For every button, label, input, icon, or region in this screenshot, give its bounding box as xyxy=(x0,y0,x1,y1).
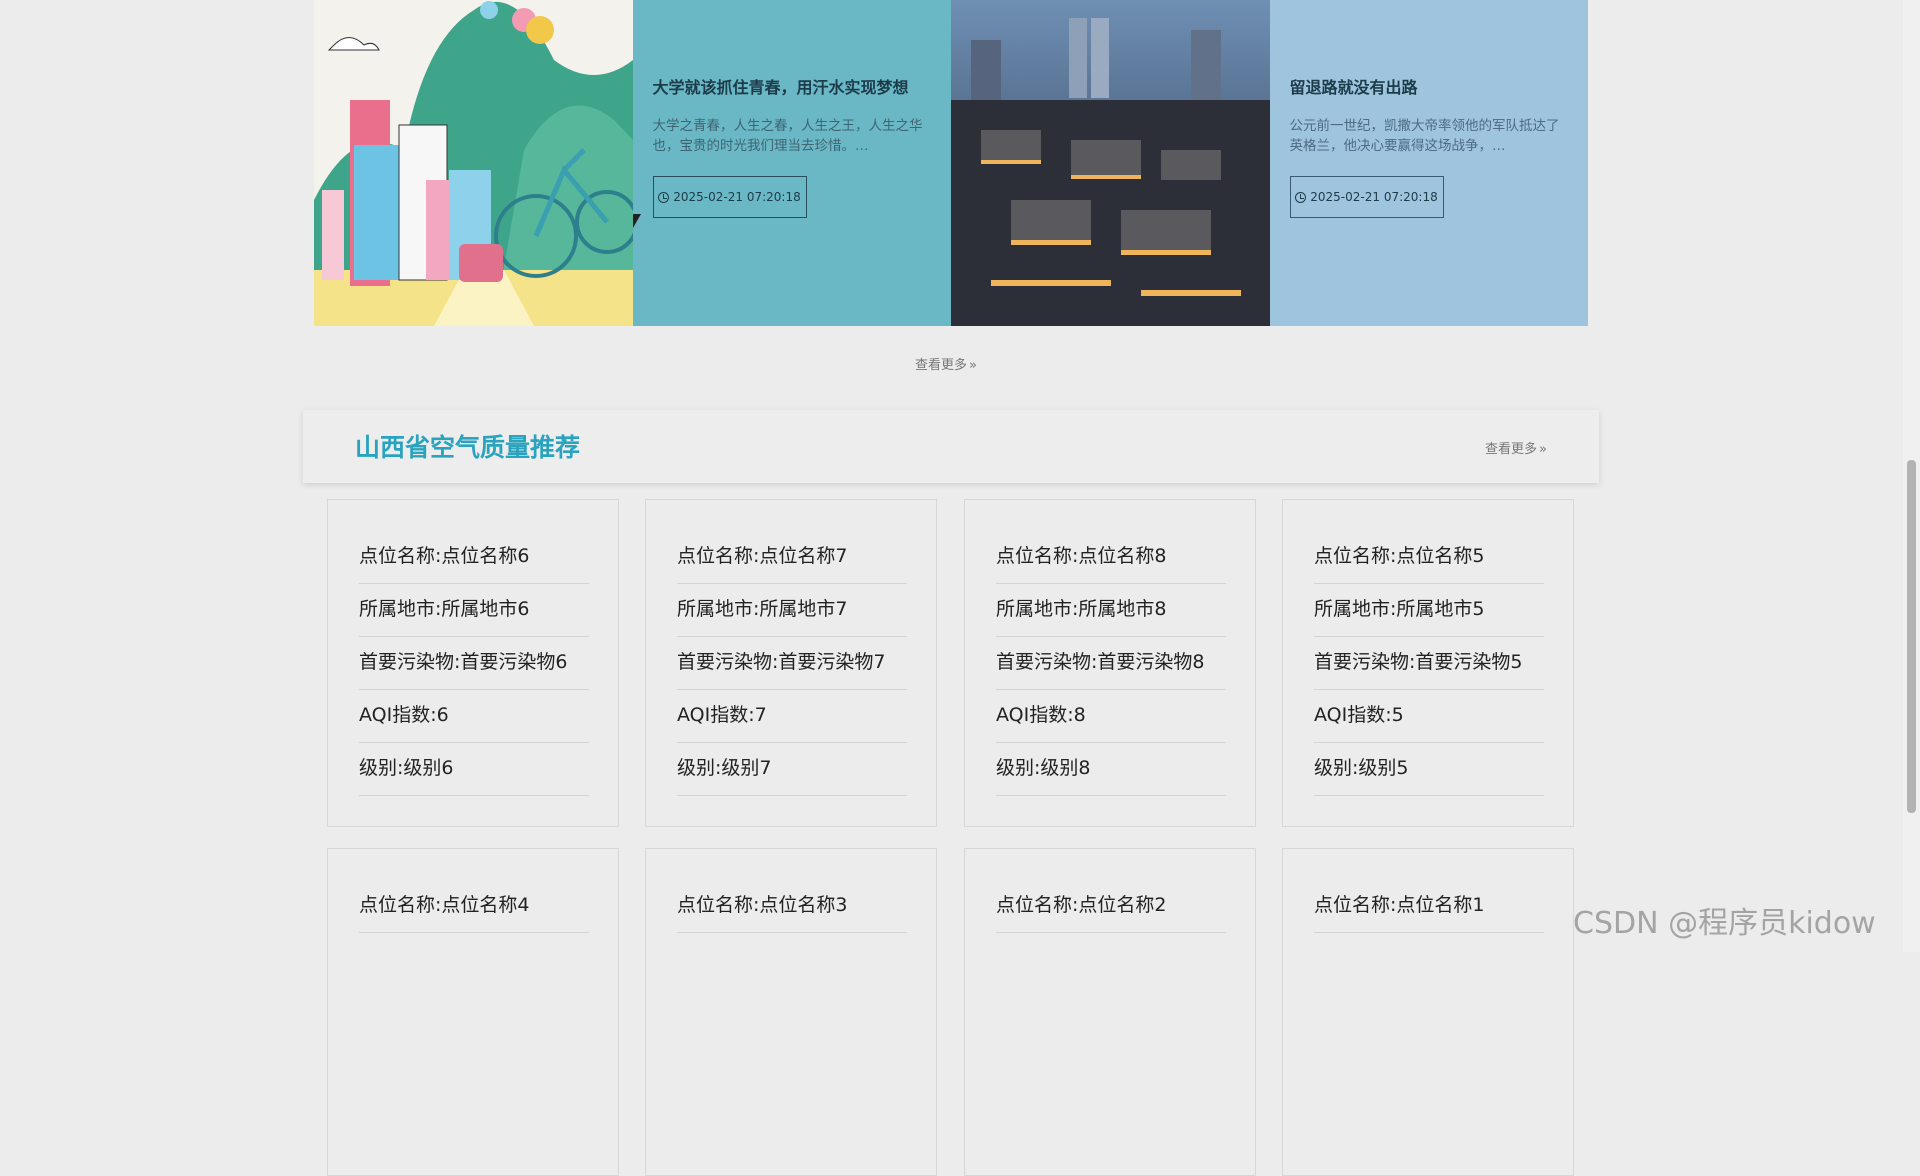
card-field-aqi: AQI指数:7 xyxy=(677,689,907,743)
air-quality-card[interactable]: 点位名称:点位名称2 xyxy=(964,848,1256,1176)
card-field-site: 点位名称:点位名称6 xyxy=(359,530,589,584)
card-field-level: 级别:级别8 xyxy=(996,742,1226,796)
news-date: 2025-02-21 07:20:18 xyxy=(673,190,801,204)
air-quality-card[interactable]: 点位名称:点位名称5 所属地市:所属地市5 首要污染物:首要污染物5 AQI指数… xyxy=(1282,499,1574,827)
vertical-scrollbar[interactable] xyxy=(1903,0,1920,952)
card-field-city: 所属地市:所属地市7 xyxy=(677,583,907,637)
card-field-site: 点位名称:点位名称1 xyxy=(1314,879,1544,933)
section-title: 山西省空气质量推荐 xyxy=(355,433,581,462)
air-quality-card[interactable]: 点位名称:点位名称7 所属地市:所属地市7 首要污染物:首要污染物7 AQI指数… xyxy=(645,499,937,827)
news-title[interactable]: 大学就该抓住青春，用汗水实现梦想 xyxy=(653,74,909,98)
card-field-site: 点位名称:点位名称4 xyxy=(359,879,589,933)
card-field-aqi: AQI指数:8 xyxy=(996,689,1226,743)
air-quality-card[interactable]: 点位名称:点位名称3 xyxy=(645,848,937,1176)
double-chevron-right-icon: » xyxy=(969,358,977,373)
card-field-aqi: AQI指数:6 xyxy=(359,689,589,743)
card-field-aqi: AQI指数:5 xyxy=(1314,689,1544,743)
news-date-badge: 2025-02-21 07:20:18 xyxy=(1289,176,1444,218)
air-quality-card[interactable]: 点位名称:点位名称6 所属地市:所属地市6 首要污染物:首要污染物6 AQI指数… xyxy=(327,499,619,827)
air-quality-card[interactable]: 点位名称:点位名称1 xyxy=(1282,848,1574,1176)
news-image-city[interactable] xyxy=(951,0,1270,326)
news-date: 2025-02-21 07:20:18 xyxy=(1310,190,1438,204)
card-field-site: 点位名称:点位名称7 xyxy=(677,530,907,584)
news-card-2[interactable]: 留退路就没有出路 公元前一世纪，凯撒大帝率领他的军队抵达了英格兰，他决心要赢得这… xyxy=(1269,0,1588,326)
clock-icon xyxy=(1295,191,1307,203)
more-label: 查看更多 xyxy=(1485,442,1538,457)
card-field-site: 点位名称:点位名称3 xyxy=(677,879,907,933)
card-field-site: 点位名称:点位名称8 xyxy=(996,530,1226,584)
scrollbar-thumb[interactable] xyxy=(1907,460,1916,813)
double-chevron-right-icon: » xyxy=(1539,442,1547,457)
card-field-site: 点位名称:点位名称5 xyxy=(1314,530,1544,584)
news-date-badge: 2025-02-21 07:20:18 xyxy=(652,176,807,218)
card-field-city: 所属地市:所属地市5 xyxy=(1314,583,1544,637)
card-field-city: 所属地市:所属地市8 xyxy=(996,583,1226,637)
card-field-pollutant: 首要污染物:首要污染物5 xyxy=(1314,636,1544,690)
card-field-city: 所属地市:所属地市6 xyxy=(359,583,589,637)
clock-icon xyxy=(658,191,670,203)
air-quality-card[interactable]: 点位名称:点位名称4 xyxy=(327,848,619,1176)
news-card-1[interactable]: 大学就该抓住青春，用汗水实现梦想 大学之青春，人生之春，人生之王，人生之华也，宝… xyxy=(632,0,951,326)
watermark: CSDN @程序员kidow xyxy=(1573,906,1876,941)
news-image-illustration[interactable] xyxy=(314,0,633,326)
news-description: 大学之青春，人生之春，人生之王，人生之华也，宝贵的时光我们理当去珍惜。… xyxy=(652,118,923,154)
card-field-level: 级别:级别5 xyxy=(1314,742,1544,796)
card-field-site: 点位名称:点位名称2 xyxy=(996,879,1226,933)
more-label: 查看更多 xyxy=(915,358,968,373)
news-title[interactable]: 留退路就没有出路 xyxy=(1290,74,1418,98)
card-field-pollutant: 首要污染物:首要污染物7 xyxy=(677,636,907,690)
mouse-cursor-icon xyxy=(633,214,641,228)
air-quality-section-header: 山西省空气质量推荐 查看更多» xyxy=(303,410,1599,483)
card-field-level: 级别:级别7 xyxy=(677,742,907,796)
section-more-link[interactable]: 查看更多» xyxy=(1485,438,1547,457)
card-field-pollutant: 首要污染物:首要污染物6 xyxy=(359,636,589,690)
air-quality-card[interactable]: 点位名称:点位名称8 所属地市:所属地市8 首要污染物:首要污染物8 AQI指数… xyxy=(964,499,1256,827)
news-strip: 大学就该抓住青春，用汗水实现梦想 大学之青春，人生之春，人生之王，人生之华也，宝… xyxy=(314,0,1588,326)
card-field-pollutant: 首要污染物:首要污染物8 xyxy=(996,636,1226,690)
card-field-level: 级别:级别6 xyxy=(359,742,589,796)
news-description: 公元前一世纪，凯撒大帝率领他的军队抵达了英格兰，他决心要赢得这场战争，… xyxy=(1289,118,1560,154)
news-more-link[interactable]: 查看更多» xyxy=(915,354,977,373)
